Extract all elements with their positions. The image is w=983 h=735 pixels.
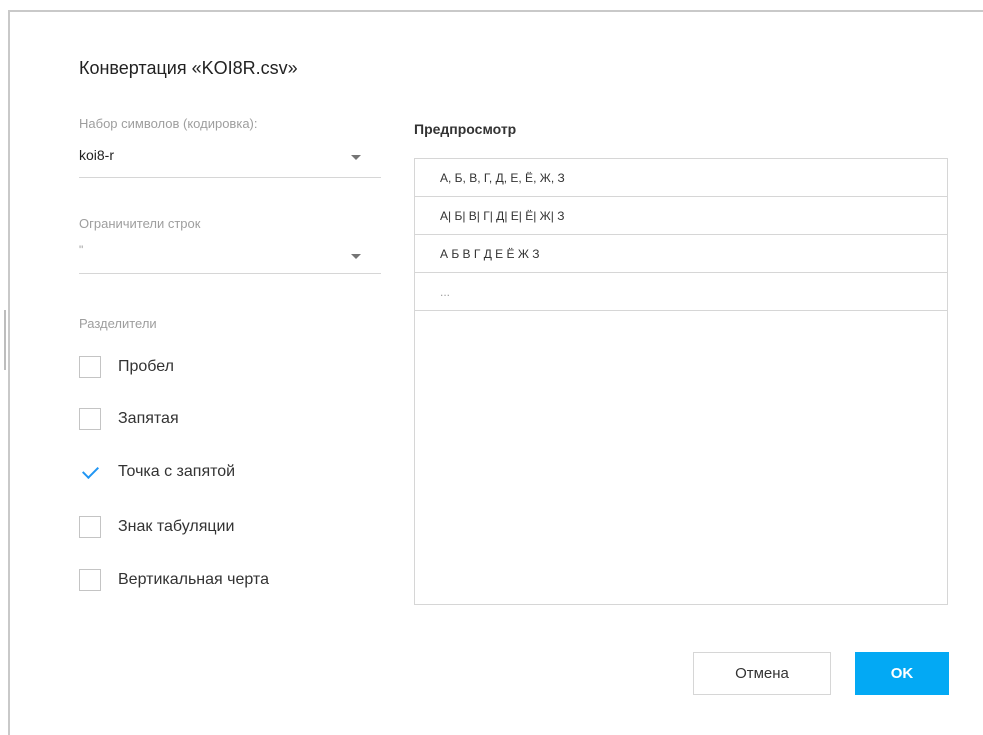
separators-label: Разделители <box>79 316 157 331</box>
checkmark-icon[interactable] <box>79 461 101 483</box>
separator-tab-label: Знак табуляции <box>118 518 235 535</box>
separator-semicolon-checkbox[interactable]: Точка с запятой <box>79 459 235 485</box>
checkbox-unchecked-icon[interactable] <box>79 569 101 591</box>
cancel-button[interactable]: Отмена <box>693 652 831 695</box>
preview-row: А| Б| В| Г| Д| Е| Ё| Ж| З <box>415 197 947 235</box>
checkbox-unchecked-icon[interactable] <box>79 516 101 538</box>
separator-tab-checkbox[interactable]: Знак табуляции <box>79 514 234 540</box>
preview-table: А, Б, В, Г, Д, Е, Ё, Ж, З А| Б| В| Г| Д|… <box>414 158 948 605</box>
preview-row: А, Б, В, Г, Д, Е, Ё, Ж, З <box>415 159 947 197</box>
checkbox-unchecked-icon[interactable] <box>79 408 101 430</box>
delimiter-select[interactable]: " <box>79 243 381 274</box>
delimiter-value: " <box>79 243 84 257</box>
separator-space-label: Пробел <box>118 358 174 375</box>
preview-title: Предпросмотр <box>414 121 517 137</box>
separator-space-checkbox[interactable]: Пробел <box>79 354 174 380</box>
separator-pipe-label: Вертикальная черта <box>118 571 269 588</box>
separator-comma-label: Запятая <box>118 410 179 427</box>
ok-button[interactable]: OK <box>855 652 949 695</box>
resize-handle[interactable] <box>4 310 6 370</box>
separator-semicolon-label: Точка с запятой <box>118 463 236 480</box>
dialog-title: Конвертация «KOI8R.csv» <box>79 58 298 78</box>
chevron-down-icon <box>351 254 361 259</box>
separator-pipe-checkbox[interactable]: Вертикальная черта <box>79 567 269 593</box>
window-left-border <box>0 10 10 735</box>
chevron-down-icon <box>351 155 361 160</box>
preview-row: А Б В Г Д Е Ё Ж З <box>415 235 947 273</box>
encoding-select[interactable]: koi8-r <box>79 147 381 178</box>
window-top-border <box>10 10 983 12</box>
delimiter-label: Ограничители строк <box>79 216 201 231</box>
separator-comma-checkbox[interactable]: Запятая <box>79 406 179 432</box>
encoding-value: koi8-r <box>79 147 115 163</box>
encoding-label: Набор символов (кодировка): <box>79 116 258 131</box>
preview-row-more: ... <box>415 273 947 311</box>
checkbox-unchecked-icon[interactable] <box>79 356 101 378</box>
